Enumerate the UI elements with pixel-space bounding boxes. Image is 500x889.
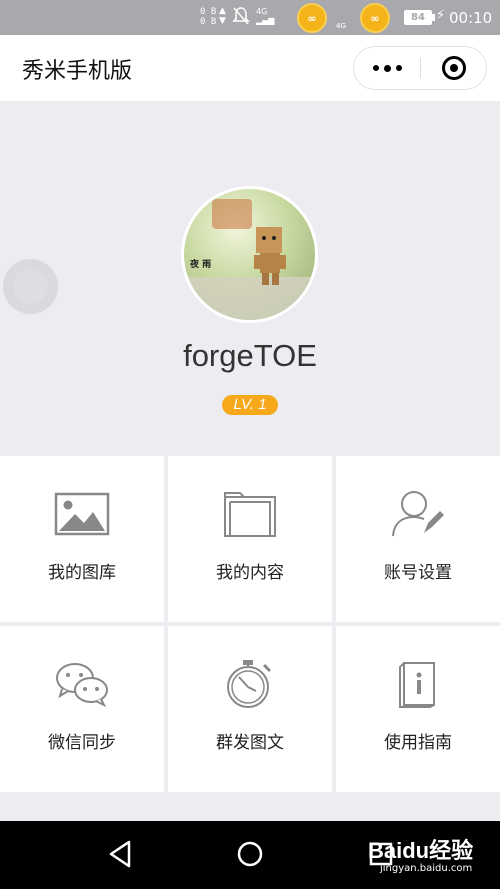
menu-item-mass-send[interactable]: 群发图文 <box>168 626 332 792</box>
menu-item-label: 微信同步 <box>48 733 116 753</box>
capsule-divider <box>420 58 421 78</box>
status-bar: 0 B 0 B ▲ ▼ 4G ▂▄▆ ∞ 4G ∞ 84 ⚡ 00:10 <box>0 0 500 35</box>
battery-icon: 84 <box>404 10 435 25</box>
mute-bell-icon <box>232 6 250 30</box>
wechat-icon <box>0 656 164 712</box>
menu-item-label: 账号设置 <box>384 563 452 583</box>
menu-item-account-settings[interactable]: 账号设置 <box>336 456 500 622</box>
menu-item-my-content[interactable]: 我的内容 <box>168 456 332 622</box>
close-mini-program-button[interactable] <box>442 56 466 80</box>
back-button[interactable] <box>107 839 133 873</box>
menu-item-label: 群发图文 <box>216 733 284 753</box>
mini-program-capsule <box>353 46 487 90</box>
folder-icon <box>168 486 332 542</box>
level-badge: LV. 1 <box>222 395 278 415</box>
avatar[interactable]: 夜 雨 <box>181 186 318 323</box>
menu-item-label: 我的内容 <box>216 563 284 583</box>
username: forgeTOE <box>183 338 317 373</box>
navigation-bar: 秀米手机版 <box>0 35 500 101</box>
data-arrows-icon: ▲ ▼ <box>219 6 226 26</box>
menu-item-label: 我的图库 <box>48 563 116 583</box>
user-edit-icon <box>336 486 500 542</box>
menu-item-gallery[interactable]: 我的图库 <box>0 456 164 622</box>
assistive-touch-button[interactable] <box>3 259 58 314</box>
coin-icon: ∞ <box>297 3 327 33</box>
menu-item-label: 使用指南 <box>384 733 452 753</box>
menu-item-wechat-sync[interactable]: 微信同步 <box>0 626 164 792</box>
menu-item-user-guide[interactable]: 使用指南 <box>336 626 500 792</box>
coin-icon: ∞ <box>360 3 390 33</box>
page-title: 秀米手机版 <box>22 59 133 84</box>
network-speed: 0 B 0 B <box>200 7 217 27</box>
clock: 00:10 <box>449 9 493 27</box>
baidu-watermark: Baidu经验 jingyan.baidu.com <box>368 833 474 874</box>
guide-book-icon <box>336 656 500 712</box>
charging-icon: ⚡ <box>436 8 446 23</box>
signal-icon: 4G ▂▄▆ <box>256 7 275 25</box>
image-icon <box>0 486 164 542</box>
watermark-url: jingyan.baidu.com <box>380 863 473 874</box>
more-menu-button[interactable] <box>354 47 420 89</box>
network-type-label: 4G <box>336 22 346 30</box>
watermark-brand: Baidu经验 <box>368 838 474 863</box>
stopwatch-icon <box>168 656 332 712</box>
home-button[interactable] <box>236 839 264 873</box>
svg-text:夜 雨: 夜 雨 <box>189 258 211 270</box>
